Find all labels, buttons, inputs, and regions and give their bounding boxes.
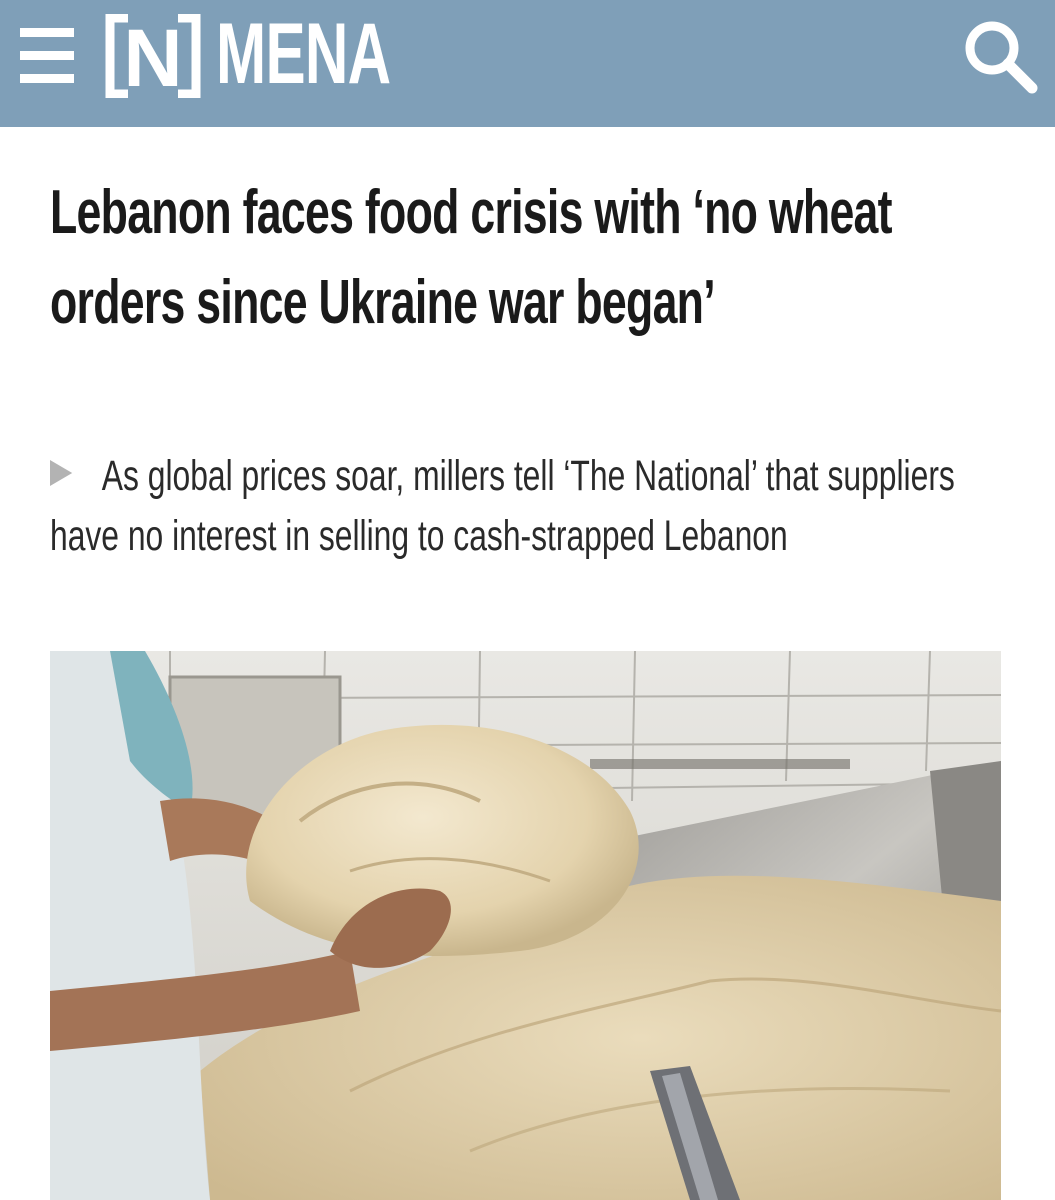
article-photo[interactable]: [50, 651, 1001, 1200]
article-headline[interactable]: Lebanon faces food crisis with ‘no wheat…: [50, 168, 943, 348]
menu-button[interactable]: [20, 26, 78, 88]
article-subheadline: As global prices soar, millers tell ‘The…: [50, 446, 986, 566]
search-icon: [965, 21, 1038, 94]
logo-letter: N: [123, 14, 182, 98]
subheadline-text: As global prices soar, millers tell ‘The…: [50, 452, 955, 560]
hamburger-menu-icon: [20, 28, 74, 83]
logo-icon: N: [105, 13, 201, 104]
site-logo[interactable]: N: [104, 13, 202, 104]
top-navigation-bar: N MENA: [0, 0, 1055, 127]
section-title[interactable]: MENA: [216, 4, 391, 104]
dough-photo-illustration: [50, 651, 1001, 1200]
triangle-bullet-icon: [50, 460, 73, 486]
search-button[interactable]: [960, 16, 1040, 96]
